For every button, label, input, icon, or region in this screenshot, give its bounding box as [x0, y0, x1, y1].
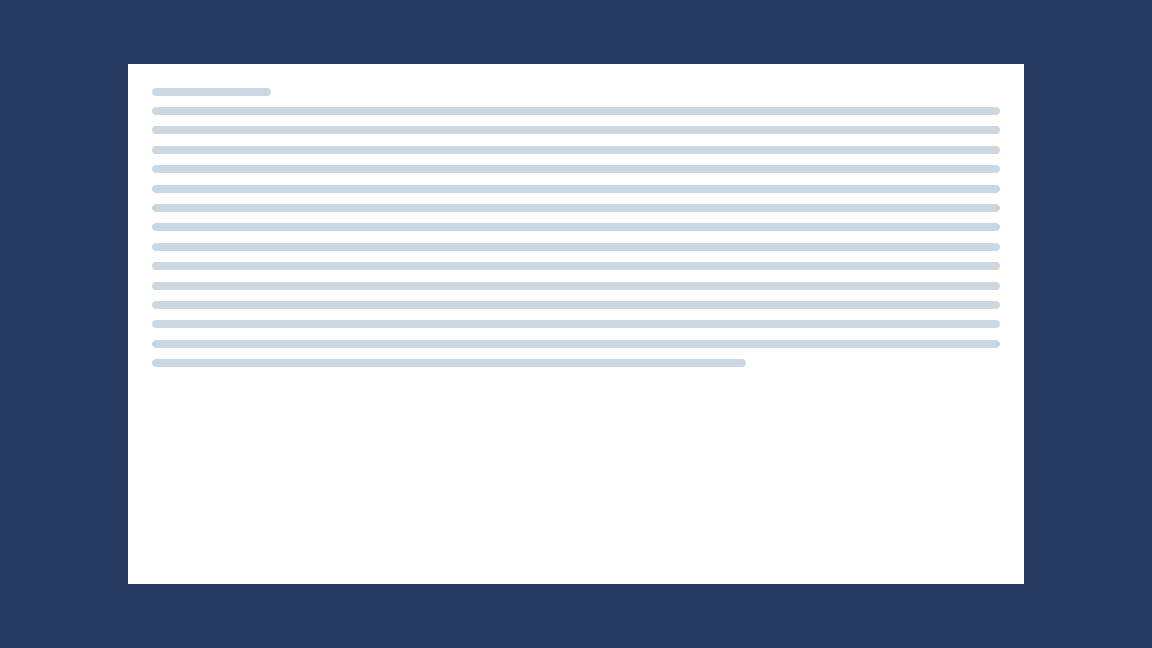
text-line-placeholder	[152, 243, 1000, 251]
text-line-placeholder	[152, 185, 1000, 193]
text-line-placeholder	[152, 165, 1000, 173]
text-line-placeholder	[152, 262, 1000, 270]
content-card	[128, 64, 1024, 584]
text-line-placeholder	[152, 223, 1000, 231]
app-background	[0, 0, 1152, 648]
title-placeholder	[152, 88, 271, 96]
text-line-placeholder	[152, 282, 1000, 290]
text-line-placeholder	[152, 340, 1000, 348]
text-line-placeholder	[152, 107, 1000, 115]
text-line-placeholder	[152, 359, 746, 367]
text-line-placeholder	[152, 301, 1000, 309]
text-line-placeholder	[152, 204, 1000, 212]
text-line-placeholder	[152, 320, 1000, 328]
text-line-placeholder	[152, 146, 1000, 154]
text-line-placeholder	[152, 126, 1000, 134]
